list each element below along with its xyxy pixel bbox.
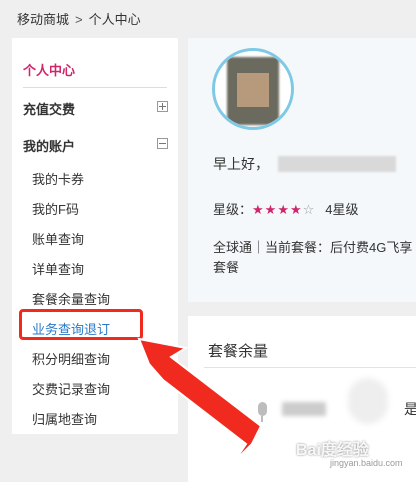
watermark-logo: Bai度经验 — [296, 442, 369, 459]
watermark-url: jingyan.baidu.com — [330, 458, 403, 468]
red-arrow-icon — [137, 337, 263, 463]
